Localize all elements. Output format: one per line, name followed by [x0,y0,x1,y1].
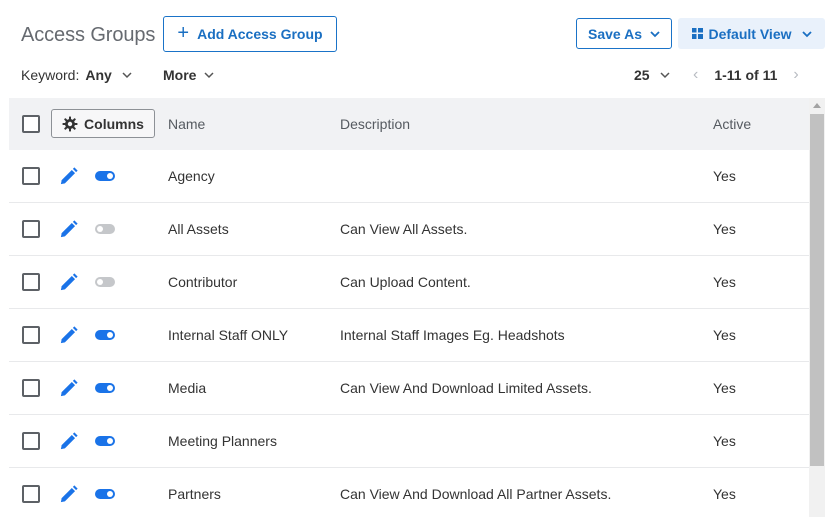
row-description: Can View All Assets. [340,221,468,237]
row-checkbox[interactable] [22,379,40,397]
filter-row: Keyword: Any More 25 ‹ 1-11 of 11 › [0,62,835,88]
keyword-label: Keyword: [21,67,80,83]
access-groups-page: Access Groups + Add Access Group Save As… [0,0,835,517]
scrollbar-thumb[interactable] [810,114,824,466]
page-range: 1-11 of 11 [714,67,778,83]
save-as-button[interactable]: Save As [576,18,672,49]
save-as-label: Save As [588,25,642,42]
row-checkbox[interactable] [22,220,40,238]
pencil-icon[interactable] [59,326,78,345]
row-description: Can Upload Content. [340,274,471,290]
table-row[interactable]: Media Can View And Download Limited Asset… [9,362,809,415]
add-access-group-label: Add Access Group [197,26,323,42]
chevron-down-icon [801,30,812,37]
row-active: Yes [713,327,736,343]
row-checkbox[interactable] [22,432,40,450]
more-filters-button[interactable]: More [163,67,214,83]
table-row[interactable]: Agency Yes [9,150,809,203]
toggle-switch-icon[interactable] [95,330,115,340]
toggle-switch-icon[interactable] [95,224,115,234]
table-row[interactable]: Contributor Can Upload Content. Yes [9,256,809,309]
row-description: Can View And Download Limited Assets. [340,380,592,396]
plus-icon: + [177,22,190,44]
table-row[interactable]: All Assets Can View All Assets. Yes [9,203,809,256]
more-label: More [163,67,197,83]
keyword-filter[interactable]: Keyword: Any [21,67,132,83]
scroll-up-icon[interactable] [813,103,821,108]
row-name: Media [168,380,207,396]
per-page-select[interactable]: 25 [634,67,670,83]
row-description: Can View And Download All Partner Assets… [340,486,612,502]
access-groups-table: Columns Name Description Active Agency Ye… [9,98,809,517]
pencil-icon[interactable] [59,379,78,398]
select-all-checkbox[interactable] [22,115,40,133]
toggle-switch-icon[interactable] [95,436,115,446]
toggle-switch-icon[interactable] [95,171,115,181]
columns-label: Columns [84,115,144,132]
pencil-icon[interactable] [59,485,78,504]
table-row[interactable]: Partners Can View And Download All Partne… [9,468,809,517]
row-active: Yes [713,221,736,237]
chevron-down-icon [650,30,660,37]
row-checkbox[interactable] [22,485,40,503]
add-access-group-button[interactable]: + Add Access Group [163,16,337,52]
row-checkbox[interactable] [22,273,40,291]
column-header-name[interactable]: Name [168,116,205,132]
pencil-icon[interactable] [59,273,78,292]
row-active: Yes [713,380,736,396]
toggle-switch-icon[interactable] [95,489,115,499]
toggle-switch-icon[interactable] [95,277,115,287]
row-name: Contributor [168,274,238,290]
row-name: Partners [168,486,221,502]
row-active: Yes [713,433,736,449]
row-name: Agency [168,168,215,184]
toggle-switch-icon[interactable] [95,383,115,393]
chevron-down-icon [660,72,670,79]
row-name: Internal Staff ONLY [168,327,289,343]
row-active: Yes [713,274,736,290]
page-header: Access Groups + Add Access Group Save As… [0,0,835,60]
chevron-down-icon [122,72,132,79]
default-view-label: Default View [708,25,792,42]
table-row[interactable]: Meeting Planners Yes [9,415,809,468]
prev-page-icon[interactable]: ‹ [693,67,698,83]
table-header: Columns Name Description Active [9,98,809,150]
table-row[interactable]: Internal Staff ONLY Internal Staff Images… [9,309,809,362]
column-header-active[interactable]: Active [713,116,751,132]
pencil-icon[interactable] [59,432,78,451]
row-checkbox[interactable] [22,167,40,185]
next-page-icon[interactable]: › [793,67,798,83]
pencil-icon[interactable] [59,220,78,239]
pagination: ‹ 1-11 of 11 › [693,67,799,84]
row-name: Meeting Planners [168,433,277,449]
page-title: Access Groups [21,24,156,46]
row-description: Internal Staff Images Eg. Headshots [340,327,565,343]
row-active: Yes [713,486,736,502]
row-name: All Assets [168,221,229,237]
row-active: Yes [713,168,736,184]
default-view-button[interactable]: Default View [678,18,825,49]
column-header-description[interactable]: Description [340,116,410,132]
gear-icon [62,116,78,131]
row-checkbox[interactable] [22,326,40,344]
columns-button[interactable]: Columns [51,109,155,138]
per-page-value: 25 [634,67,650,83]
pencil-icon[interactable] [59,167,78,186]
grid-icon [691,28,703,39]
chevron-down-icon [204,72,214,79]
keyword-value: Any [85,67,112,83]
